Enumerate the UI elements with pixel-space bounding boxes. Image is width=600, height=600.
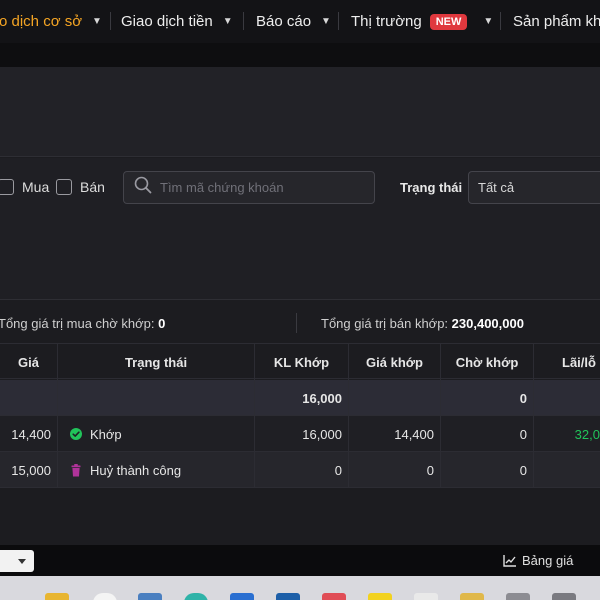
top-nav: o dịch cơ sở ▼ Giao dịch tiền ▼ Báo cáo … bbox=[0, 0, 600, 43]
order-summary: Tổng giá trị mua chờ khớp: 0 Tổng giá tr… bbox=[0, 301, 600, 343]
nav-divider bbox=[243, 12, 244, 30]
status-text: Huỷ thành công bbox=[90, 462, 182, 478]
nav-item-label: Báo cáo bbox=[256, 13, 312, 30]
nav-item-label: o dịch cơ sở bbox=[0, 13, 83, 30]
profit-loss-cell: 32,000, bbox=[574, 426, 600, 442]
os-taskbar bbox=[0, 576, 600, 600]
column-header-matched-volume[interactable]: KL Khớp bbox=[255, 344, 349, 380]
total-matched-volume: 16,000 bbox=[255, 380, 349, 416]
column-header-profit-loss[interactable]: Lãi/lỗ bbox=[534, 344, 600, 380]
nav-divider bbox=[500, 12, 501, 30]
sell-checkbox-label: Bán bbox=[80, 179, 105, 195]
sell-matched-summary: Tổng giá trị bán khớp: 230,400,000 bbox=[321, 316, 524, 331]
chevron-down-icon: ▼ bbox=[222, 16, 233, 27]
status-select[interactable]: Tất cả bbox=[468, 171, 600, 204]
table-row[interactable]: 15,000 Huỷ thành công 0 0 0 bbox=[0, 452, 600, 488]
nav-divider bbox=[110, 12, 111, 30]
price-board-label: Bảng giá bbox=[522, 553, 574, 568]
chevron-down-icon: ▼ bbox=[92, 16, 102, 27]
app-icon[interactable] bbox=[414, 593, 438, 600]
sell-matched-label: Tổng giá trị bán khớp: bbox=[321, 316, 449, 331]
app-icon[interactable] bbox=[230, 593, 254, 600]
price-board-button[interactable]: Bảng giá bbox=[503, 553, 573, 568]
buy-pending-summary: Tổng giá trị mua chờ khớp: 0 bbox=[0, 316, 165, 331]
buy-checkbox-label: Mua bbox=[22, 179, 50, 195]
app-icon[interactable] bbox=[552, 593, 576, 600]
nav-item-cash-transactions[interactable]: Giao dịch tiền ▼ bbox=[121, 0, 233, 43]
buy-pending-value: 0 bbox=[158, 316, 166, 331]
column-header-status[interactable]: Trạng thái bbox=[58, 344, 255, 380]
price-cell: 15,000 bbox=[0, 452, 58, 488]
chevron-down-icon: ▼ bbox=[321, 16, 331, 27]
nav-item-products[interactable]: Sản phẩm kh bbox=[513, 0, 600, 43]
table-row[interactable]: 14,400 Khớp 16,000 14,400 0 32,000, bbox=[0, 416, 600, 452]
pending-cell: 0 bbox=[441, 416, 534, 452]
column-header-pending[interactable]: Chờ khớp bbox=[441, 344, 534, 380]
pending-cell: 0 bbox=[441, 452, 534, 488]
sell-matched-value: 230,400,000 bbox=[451, 316, 524, 331]
checkbox-box[interactable] bbox=[0, 179, 14, 195]
app-window: o dịch cơ sở ▼ Giao dịch tiền ▼ Báo cáo … bbox=[0, 0, 600, 600]
price-cell: 14,400 bbox=[0, 416, 58, 452]
filter-bar: Mua Bán Trạng thái Tất cả bbox=[0, 158, 600, 300]
status-cell: Huỷ thành công bbox=[58, 452, 255, 488]
folder-icon[interactable] bbox=[45, 593, 69, 600]
total-cell bbox=[534, 380, 600, 416]
column-header-matched-price[interactable]: Giá khớp bbox=[349, 344, 441, 380]
total-cell bbox=[0, 380, 58, 416]
bottom-select[interactable] bbox=[0, 550, 34, 572]
table-total-row: 16,000 0 bbox=[0, 380, 600, 416]
chevron-down-icon bbox=[18, 558, 26, 564]
orders-table: Giá Trạng thái KL Khớp Giá khớp Chờ khớp… bbox=[0, 343, 600, 490]
app-icon[interactable] bbox=[184, 593, 208, 600]
app-icon[interactable] bbox=[93, 593, 117, 600]
status-cell: Khớp bbox=[58, 416, 255, 452]
matched-volume-cell: 0 bbox=[255, 452, 349, 488]
nav-item-reports[interactable]: Báo cáo ▼ bbox=[256, 0, 331, 43]
summary-divider bbox=[296, 313, 297, 333]
nav-item-spot-trading[interactable]: o dịch cơ sở ▼ bbox=[0, 0, 102, 43]
search-icon bbox=[134, 176, 152, 199]
nav-item-market[interactable]: Thị trường NEW ▼ bbox=[351, 0, 493, 43]
nav-item-label: Giao dịch tiền bbox=[121, 13, 213, 30]
content-panel bbox=[0, 67, 600, 157]
app-icon[interactable] bbox=[506, 593, 530, 600]
nav-item-label: Sản phẩm kh bbox=[513, 13, 600, 30]
app-icon[interactable] bbox=[138, 593, 162, 600]
check-circle-icon bbox=[70, 428, 82, 440]
total-pending: 0 bbox=[441, 380, 534, 416]
matched-price-cell: 0 bbox=[349, 452, 441, 488]
sell-checkbox[interactable]: Bán bbox=[56, 179, 105, 195]
table-header: Giá Trạng thái KL Khớp Giá khớp Chờ khớp… bbox=[0, 343, 600, 380]
header-band bbox=[0, 43, 600, 67]
profit-loss-cell bbox=[534, 452, 600, 488]
status-text: Khớp bbox=[90, 426, 122, 442]
total-cell bbox=[349, 380, 441, 416]
buy-checkbox[interactable]: Mua bbox=[0, 179, 49, 195]
app-icon[interactable] bbox=[368, 593, 392, 600]
trash-icon bbox=[70, 463, 82, 477]
matched-price-cell: 14,400 bbox=[349, 416, 441, 452]
app-icon[interactable] bbox=[276, 593, 300, 600]
nav-item-label: Thị trường bbox=[351, 13, 422, 30]
status-select-value: Tất cả bbox=[478, 180, 515, 195]
app-icon[interactable] bbox=[322, 593, 346, 600]
search-input[interactable] bbox=[160, 180, 360, 195]
new-badge: NEW bbox=[429, 13, 468, 30]
checkbox-box[interactable] bbox=[56, 179, 72, 195]
status-filter-label: Trạng thái bbox=[400, 180, 463, 195]
nav-divider bbox=[338, 12, 339, 30]
column-header-price[interactable]: Giá bbox=[0, 344, 58, 380]
bottom-bar: Bảng giá bbox=[0, 545, 600, 576]
buy-pending-label: Tổng giá trị mua chờ khớp: bbox=[0, 316, 155, 331]
chart-line-icon bbox=[503, 554, 516, 567]
total-cell bbox=[58, 380, 255, 416]
search-box[interactable] bbox=[123, 171, 375, 204]
matched-volume-cell: 16,000 bbox=[255, 416, 349, 452]
app-icon[interactable] bbox=[460, 593, 484, 600]
chevron-down-icon: ▼ bbox=[483, 16, 494, 27]
